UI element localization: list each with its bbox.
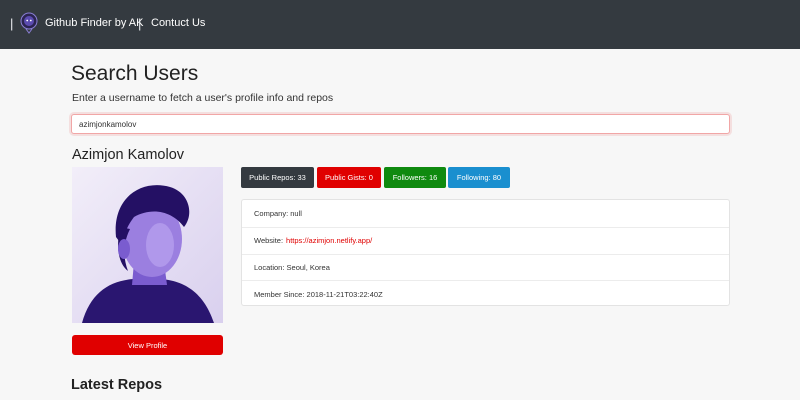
info-member-since: Member Since: 2018-11-21T03:22:40Z <box>242 280 729 307</box>
search-input[interactable] <box>71 114 730 134</box>
badge-followers: Followers: 16 <box>384 167 446 188</box>
badge-public-repos: Public Repos: 33 <box>241 167 314 188</box>
nav-separator: | <box>10 16 14 31</box>
nav-separator: | <box>138 16 142 31</box>
page-subtitle: Enter a username to fetch a user's profi… <box>72 92 334 104</box>
view-profile-button[interactable]: View Profile <box>72 335 223 355</box>
info-location: Location: Seoul, Korea <box>242 253 729 281</box>
profile-info-card: Company: null Website: https://azimjon.n… <box>241 199 730 306</box>
info-website: Website: https://azimjon.netlify.app/ <box>242 226 729 254</box>
info-website-label: Website: <box>254 236 284 246</box>
github-octocat-logo-icon[interactable] <box>20 12 38 34</box>
avatar <box>72 167 223 323</box>
website-link[interactable]: https://azimjon.netlify.app/ <box>286 236 372 245</box>
user-name: Azimjon Kamolov <box>72 147 185 163</box>
latest-repos-title: Latest Repos <box>71 377 163 393</box>
badge-public-gists: Public Gists: 0 <box>317 167 381 188</box>
nav-link-contact[interactable]: Contuct Us <box>151 17 205 29</box>
brand-title[interactable]: Github Finder by AK <box>45 17 143 29</box>
badge-following: Following: 80 <box>448 167 510 188</box>
navbar: | Github Finder by AK | Contuct Us <box>0 0 800 49</box>
info-company: Company: null <box>254 208 302 218</box>
page-title: Search Users <box>71 62 199 85</box>
